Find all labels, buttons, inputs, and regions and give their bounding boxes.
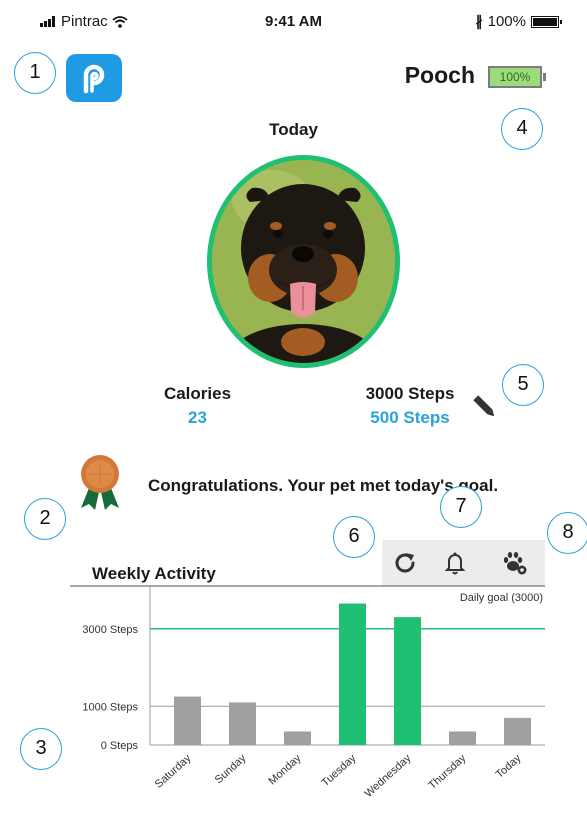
weekly-activity-chart: 0 Steps 1000 Steps 3000 Steps Daily goal (3… [70, 585, 545, 800]
x-tick-label: Today [494, 752, 524, 781]
callout-7: 7 [440, 486, 482, 528]
x-tick-label: Sunday [213, 752, 249, 786]
pet-name: Pooch [404, 62, 475, 88]
callout-5: 5 [502, 364, 544, 406]
battery-icon [531, 15, 562, 28]
medal-icon [81, 455, 119, 510]
bar-tuesday [339, 603, 366, 745]
paw-settings-icon[interactable] [500, 548, 530, 578]
x-tick-label: Tuesday [319, 752, 358, 789]
y-tick-label: 0 Steps [101, 740, 139, 752]
status-bar: Pintrac 9:41 AM ∦ 100% [0, 0, 587, 40]
bar-sunday [229, 702, 256, 745]
bar-wednesday [394, 617, 421, 745]
calories-value: 23 [188, 408, 207, 427]
bar-thursday [449, 731, 476, 745]
bar-monday [284, 731, 311, 745]
pet-collar-battery: 100% [488, 66, 546, 88]
x-tick-label: Wednesday [362, 752, 413, 800]
device-battery-percent: 100% [487, 13, 526, 30]
dog-photo [212, 160, 395, 363]
goal-label: Daily goal (3000) [460, 592, 543, 604]
pintrac-logo-icon [83, 64, 105, 94]
steps-value: 500 Steps [370, 408, 450, 427]
bar-today [504, 717, 531, 745]
bluetooth-icon: ∦ [475, 13, 483, 29]
bar-saturday [174, 696, 201, 745]
callout-1: 1 [14, 52, 56, 94]
status-battery-group: ∦ 100% [475, 13, 562, 30]
steps-goal: 3000 Steps [365, 384, 455, 403]
y-tick-label: 1000 Steps [82, 701, 138, 713]
refresh-icon[interactable] [390, 548, 420, 578]
callout-3: 3 [20, 728, 62, 770]
callout-6: 6 [333, 516, 375, 558]
callout-8: 8 [547, 512, 587, 554]
pet-battery-percent: 100% [499, 70, 531, 84]
period-label: Today [269, 120, 318, 139]
app-logo-button[interactable] [66, 54, 122, 102]
steps-stat: 3000 Steps 500 Steps [350, 384, 470, 428]
calories-stat: Calories 23 [150, 384, 245, 428]
pet-avatar[interactable] [207, 155, 400, 368]
callout-2: 2 [24, 498, 66, 540]
callout-4: 4 [501, 108, 543, 150]
y-tick-label: 3000 Steps [82, 624, 138, 636]
calories-label: Calories [163, 384, 232, 403]
pencil-icon[interactable] [470, 392, 500, 422]
x-tick-label: Thursday [426, 752, 468, 792]
x-tick-label: Monday [266, 752, 303, 787]
x-tick-label: Saturday [153, 752, 194, 791]
bell-icon[interactable] [440, 548, 470, 578]
